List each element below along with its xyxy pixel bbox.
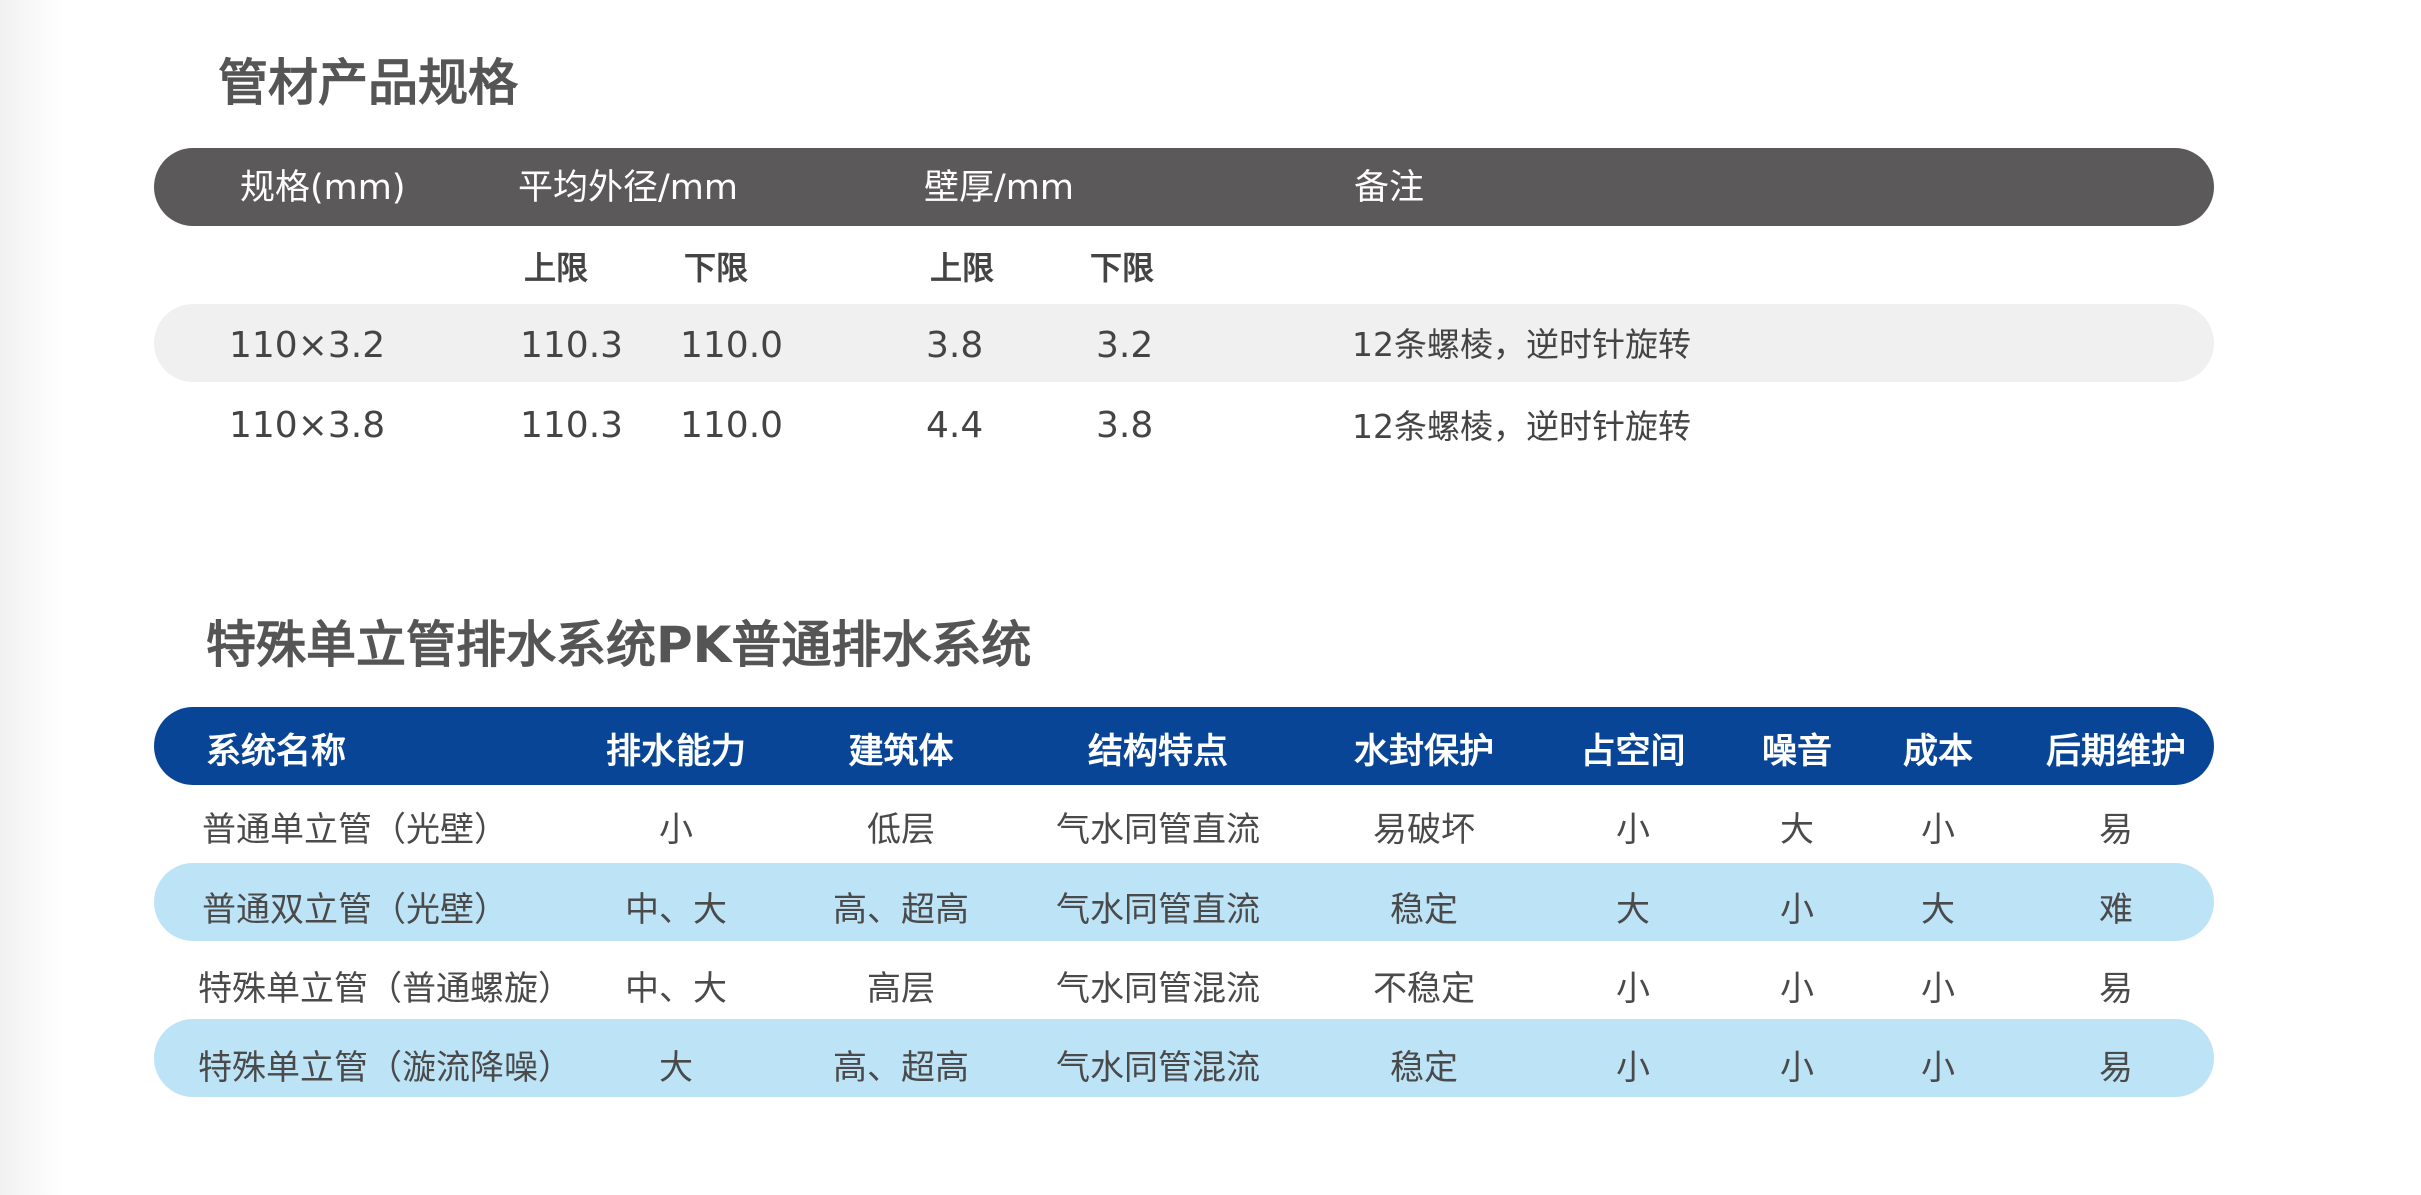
spec-subheader-wall-lower: 下限 bbox=[1090, 249, 1155, 287]
compare-header-cost: 成本 bbox=[1902, 732, 1974, 772]
spec-table-header-bar bbox=[154, 148, 2214, 226]
spec-row-2-spec: 110×3.8 bbox=[229, 405, 386, 446]
compare-header-water-seal: 水封保护 bbox=[1353, 732, 1495, 772]
compare-row-2-maintenance: 难 bbox=[2099, 890, 2133, 930]
compare-row-4-cost: 小 bbox=[1921, 1048, 1955, 1088]
spec-row-1-wall-upper: 3.8 bbox=[926, 325, 984, 366]
compare-row-1-noise: 大 bbox=[1780, 810, 1814, 850]
compare-row-2-cost: 大 bbox=[1921, 890, 1955, 930]
compare-row-1-water-seal: 易破坏 bbox=[1373, 810, 1475, 850]
left-edge-shade bbox=[0, 0, 64, 1195]
compare-row-4-maintenance: 易 bbox=[2099, 1048, 2133, 1088]
compare-row-3-building: 高层 bbox=[867, 969, 935, 1009]
compare-row-3-maintenance: 易 bbox=[2099, 969, 2133, 1009]
spec-section-title: 管材产品规格 bbox=[218, 54, 518, 112]
compare-row-3-drainage-capacity: 中、大 bbox=[625, 969, 727, 1009]
compare-row-1-structure: 气水同管直流 bbox=[1056, 810, 1260, 850]
compare-header-maintenance: 后期维护 bbox=[2045, 732, 2187, 772]
compare-row-3-system-name: 特殊单立管（普通螺旋） bbox=[198, 969, 572, 1009]
compare-row-4-building: 高、超高 bbox=[833, 1048, 969, 1088]
compare-row-1-building: 低层 bbox=[867, 810, 935, 850]
spec-row-1-note: 12条螺棱，逆时针旋转 bbox=[1352, 325, 1691, 364]
compare-row-3-water-seal: 不稳定 bbox=[1373, 969, 1475, 1009]
compare-row-2-water-seal: 稳定 bbox=[1390, 890, 1458, 930]
compare-row-4-water-seal: 稳定 bbox=[1390, 1048, 1458, 1088]
compare-header-structure: 结构特点 bbox=[1087, 732, 1229, 772]
compare-row-4-space: 小 bbox=[1616, 1048, 1650, 1088]
compare-row-2-system-name: 普通双立管（光壁） bbox=[202, 890, 508, 930]
compare-row-2-structure: 气水同管直流 bbox=[1056, 890, 1260, 930]
spec-subheader-od-lower: 下限 bbox=[684, 249, 749, 287]
spec-subheader-wall-upper: 上限 bbox=[930, 249, 995, 287]
compare-header-drainage-capacity: 排水能力 bbox=[605, 732, 747, 772]
compare-header-building: 建筑体 bbox=[848, 732, 954, 772]
spec-row-2-wall-upper: 4.4 bbox=[926, 405, 984, 446]
spec-header-outer-diameter: 平均外径/mm bbox=[518, 168, 738, 208]
spec-row-1-spec: 110×3.2 bbox=[229, 325, 386, 366]
spec-header-note: 备注 bbox=[1354, 168, 1425, 208]
compare-row-4-system-name: 特殊单立管（漩流降噪） bbox=[198, 1048, 572, 1088]
compare-row-4-noise: 小 bbox=[1780, 1048, 1814, 1088]
compare-row-2-building: 高、超高 bbox=[833, 890, 969, 930]
spec-row-1-wall-lower: 3.2 bbox=[1096, 325, 1154, 366]
compare-row-4-drainage-capacity: 大 bbox=[659, 1048, 693, 1088]
compare-row-1-drainage-capacity: 小 bbox=[659, 810, 693, 850]
spec-row-1-od-lower: 110.0 bbox=[680, 325, 784, 366]
compare-header-space: 占空间 bbox=[1580, 732, 1686, 772]
spec-header-spec: 规格(mm) bbox=[240, 168, 406, 208]
compare-header-noise: 噪音 bbox=[1761, 732, 1833, 772]
compare-row-3-structure: 气水同管混流 bbox=[1056, 969, 1260, 1009]
compare-row-2-noise: 小 bbox=[1780, 890, 1814, 930]
spec-row-1-od-upper: 110.3 bbox=[520, 325, 624, 366]
spec-row-2-od-lower: 110.0 bbox=[680, 405, 784, 446]
spec-row-2-note: 12条螺棱，逆时针旋转 bbox=[1352, 407, 1691, 446]
compare-row-1-cost: 小 bbox=[1921, 810, 1955, 850]
spec-header-wall-thickness: 壁厚/mm bbox=[924, 168, 1074, 208]
compare-row-2-drainage-capacity: 中、大 bbox=[625, 890, 727, 930]
compare-row-2-space: 大 bbox=[1616, 890, 1650, 930]
spec-row-2-wall-lower: 3.8 bbox=[1096, 405, 1154, 446]
compare-row-3-noise: 小 bbox=[1780, 969, 1814, 1009]
spec-row-band bbox=[154, 304, 2214, 382]
compare-row-3-cost: 小 bbox=[1921, 969, 1955, 1009]
compare-row-1-space: 小 bbox=[1616, 810, 1650, 850]
compare-row-3-space: 小 bbox=[1616, 969, 1650, 1009]
spec-row-2-od-upper: 110.3 bbox=[520, 405, 624, 446]
spec-subheader-od-upper: 上限 bbox=[524, 249, 589, 287]
compare-row-4-structure: 气水同管混流 bbox=[1056, 1048, 1260, 1088]
compare-row-1-maintenance: 易 bbox=[2099, 810, 2133, 850]
compare-header-system-name: 系统名称 bbox=[206, 732, 347, 772]
compare-row-1-system-name: 普通单立管（光壁） bbox=[202, 810, 508, 850]
compare-section-title: 特殊单立管排水系统PK普通排水系统 bbox=[206, 616, 1032, 674]
